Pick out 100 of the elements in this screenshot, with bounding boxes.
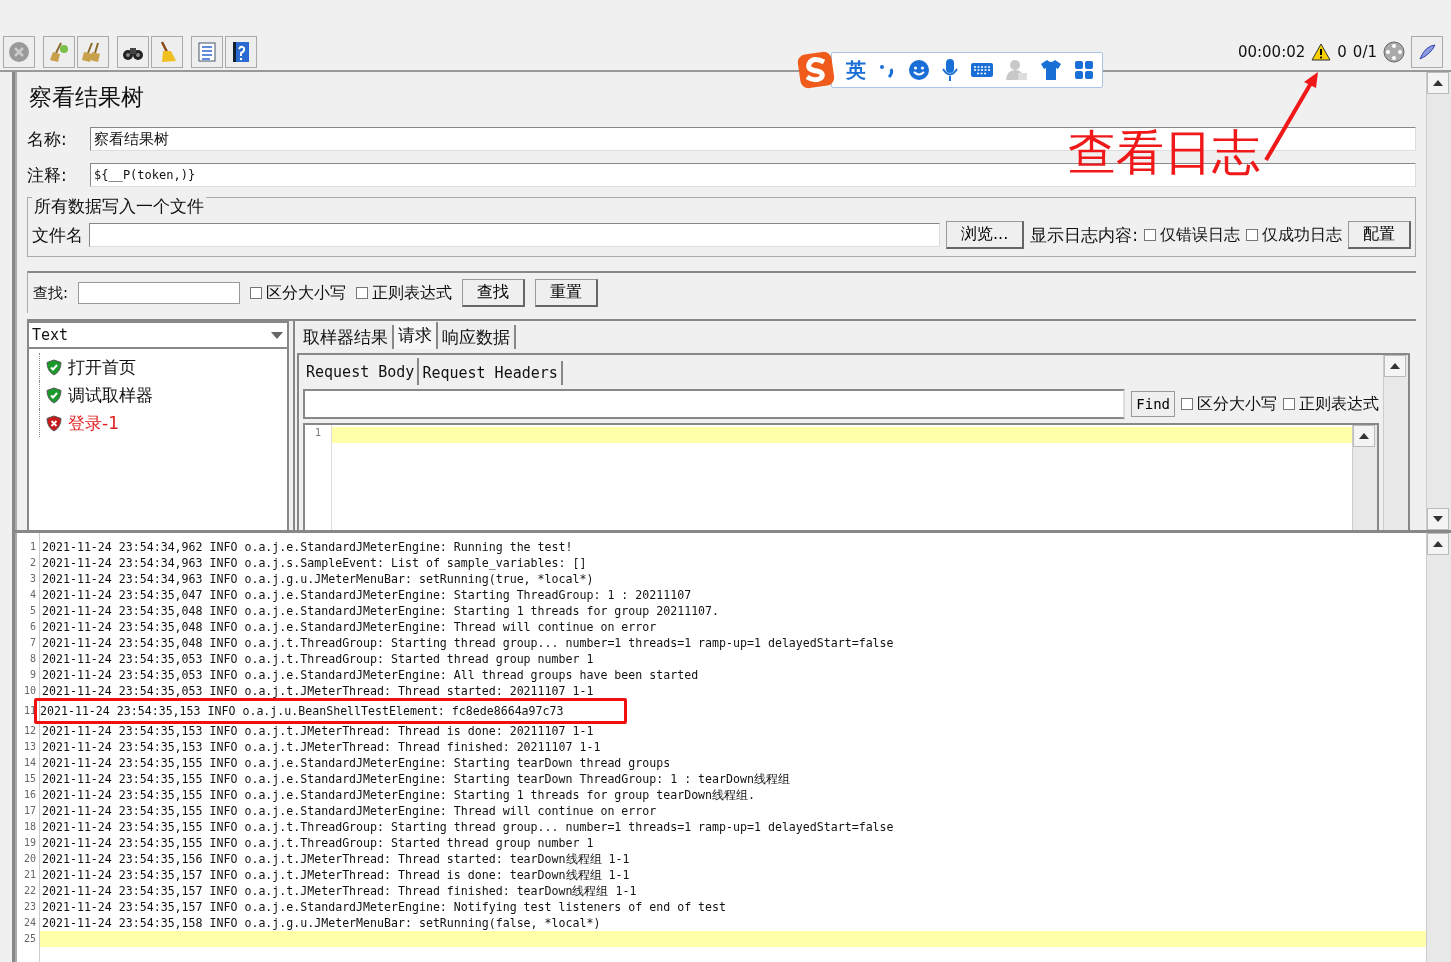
line-number: 3 [28,572,37,586]
line-number: 4 [28,588,37,602]
line-number: 1 [28,540,37,554]
find-button[interactable]: Find [1131,391,1175,417]
result-item[interactable]: 登录-1 [39,409,287,437]
field-label: 注释: [27,163,68,187]
line-number: 24 [22,916,37,930]
search-button[interactable] [117,36,149,68]
result-item[interactable]: 调试取样器 [39,381,287,409]
warning-count: 0 [1337,43,1347,61]
log-line: 2021-11-24 23:54:35,048 INFO o.a.j.e.StandardJMeterEngine: Thread will continue on error [41,619,657,635]
feather-icon [1417,42,1437,62]
log-line: 2021-11-24 23:54:35,155 INFO o.a.j.t.ThreadGroup: Started thread group number 1 [41,835,594,851]
checkbox[interactable]: 仅成功日志 [1246,224,1342,246]
checkbox[interactable]: 区分大小写 [1181,393,1277,415]
shirt-icon [1040,59,1062,81]
filename-field[interactable] [89,223,940,247]
microphone-icon [942,58,958,82]
line-number: 13 [22,740,37,754]
field-label: 名称: [27,127,68,151]
keyboard-icon [970,61,994,79]
config-button[interactable]: 配置 [1348,221,1411,249]
find-button[interactable]: 查找 [462,279,526,307]
log-line: 2021-11-24 23:54:35,155 INFO o.a.j.e.StandardJMeterEngine: Thread will continue on error [41,803,657,819]
line-number: 23 [22,900,37,914]
line-number: 10 [22,684,37,698]
log-line: 2021-11-24 23:54:35,155 INFO o.a.j.e.StandardJMeterEngine: Starting tearDown ThreadGroup: 1 : tearDown线程组 [41,771,790,787]
line-number: 16 [22,788,37,802]
scroll-up-button[interactable] [1353,425,1375,447]
log-line: 2021-11-24 23:54:35,053 INFO o.a.j.t.ThreadGroup: Started thread group number 1 [41,651,594,667]
line-number: 20 [22,852,37,866]
up-arrow-icon [1390,363,1400,369]
log-line: 2021-11-24 23:54:34,963 INFO o.a.j.s.SampleEvent: List of sample_variables: [] [41,555,587,571]
log-line: 2021-11-24 23:54:35,157 INFO o.a.j.t.JMeterThread: Thread finished: tearDown线程组 1-1 [41,883,637,899]
scroll-up-button[interactable] [1384,355,1406,377]
log-line: 2021-11-24 23:54:34,963 INFO o.a.j.g.u.JMeterMenuBar: setRunning(true, *local*) [41,571,594,587]
stop-icon [8,41,30,63]
log-line: 2021-11-24 23:54:35,156 INFO o.a.j.t.JMeterThread: Thread started: tearDown线程组 1-1 [41,851,630,867]
smiley-icon [908,59,930,81]
tab[interactable]: Request Headers [419,361,563,385]
up-arrow-icon [1433,541,1443,547]
stop-button[interactable] [3,36,35,68]
user-icon [1006,59,1028,81]
log-viewer-button[interactable] [1411,36,1443,68]
group-title: 所有数据写入一个文件 [32,195,206,218]
log-line: 2021-11-24 23:54:35,053 INFO o.a.j.t.JMeterThread: Thread started: 20211107 1-1 [41,683,594,699]
line-number: 18 [22,820,37,834]
log-line: 2021-11-24 23:54:35,157 INFO o.a.j.e.StandardJMeterEngine: Notifying test listeners of end of test [41,899,727,915]
line-number: 25 [22,932,37,946]
line-number: 21 [22,868,37,882]
line-number: 15 [22,772,37,786]
clear-button[interactable] [43,36,75,68]
log-line: 2021-11-24 23:54:35,053 INFO o.a.j.e.StandardJMeterEngine: All thread groups have been started [41,667,699,683]
log-line: 2021-11-24 23:54:35,047 INFO o.a.j.e.StandardJMeterEngine: Starting ThreadGroup: 1 : 20211107 [41,587,692,603]
remote-icon [1383,41,1405,63]
search-field[interactable] [78,282,241,304]
warning-icon [1311,43,1332,61]
check-shield-icon [46,386,62,404]
log-line: 2021-11-24 23:54:34,962 INFO o.a.j.e.StandardJMeterEngine: Running the test! [41,539,573,555]
clear-all-button[interactable] [77,36,109,68]
browse-button[interactable]: 浏览... [946,221,1025,249]
scroll-up-button[interactable] [1427,72,1449,94]
find-field[interactable] [303,389,1126,419]
checkbox[interactable]: 正则表达式 [1283,393,1379,415]
log-line: 2021-11-24 23:54:35,157 INFO o.a.j.t.JMeterThread: Thread is done: tearDown线程组 1-1 [41,867,630,883]
line-number: 14 [22,756,37,770]
up-arrow-icon [1433,80,1443,86]
input-mode-toggle[interactable]: 英 [846,56,866,84]
search-label: 查找: [33,283,69,303]
line-number: 1 [314,427,322,440]
help-button[interactable] [225,36,257,68]
log-line: 2021-11-24 23:54:35,158 INFO o.a.j.g.u.JMeterMenuBar: setRunning(false, *local*) [41,915,601,931]
scroll-up-button[interactable] [1427,533,1449,555]
reset-button[interactable]: 重置 [535,279,599,307]
checkbox[interactable]: 区分大小写 [250,282,347,304]
checkbox[interactable]: 仅错误日志 [1144,224,1240,246]
log-line: 2021-11-24 23:54:35,155 INFO o.a.j.t.ThreadGroup: Starting thread group... number=1 threads=1 ramp-up=1 delayedStart=false [41,819,894,835]
result-item[interactable]: 打开首页 [39,353,287,381]
line-number: 22 [22,884,37,898]
scroll-down-button[interactable] [1427,508,1449,530]
tab[interactable]: Request Body [303,358,420,385]
apps-icon [1074,60,1094,80]
cross-shield-icon [46,414,62,432]
checkbox[interactable]: 正则表达式 [356,282,453,304]
list-icon [196,41,218,63]
log-line: 2021-11-24 23:54:35,048 INFO o.a.j.t.ThreadGroup: Starting thread group... number=1 threads=1 ramp-up=1 delayedStart=false [41,635,894,651]
line-number: 7 [28,636,37,650]
broom-icon [48,41,70,63]
field-label: 显示日志内容: [1030,223,1138,247]
line-number: 19 [22,836,37,850]
tab[interactable]: 请求 [394,322,438,349]
help-icon [230,41,252,63]
down-arrow-icon [1433,516,1443,522]
up-arrow-icon [1359,433,1369,439]
line-number: 9 [28,668,37,682]
line-number: 12 [22,724,37,738]
line-number: 6 [28,620,37,634]
panel-title: 察看结果树 [29,83,145,112]
log-line: 2021-11-24 23:54:35,048 INFO o.a.j.e.StandardJMeterEngine: Starting 1 threads for group 20211107. [41,603,720,619]
line-number: 2 [28,556,37,570]
